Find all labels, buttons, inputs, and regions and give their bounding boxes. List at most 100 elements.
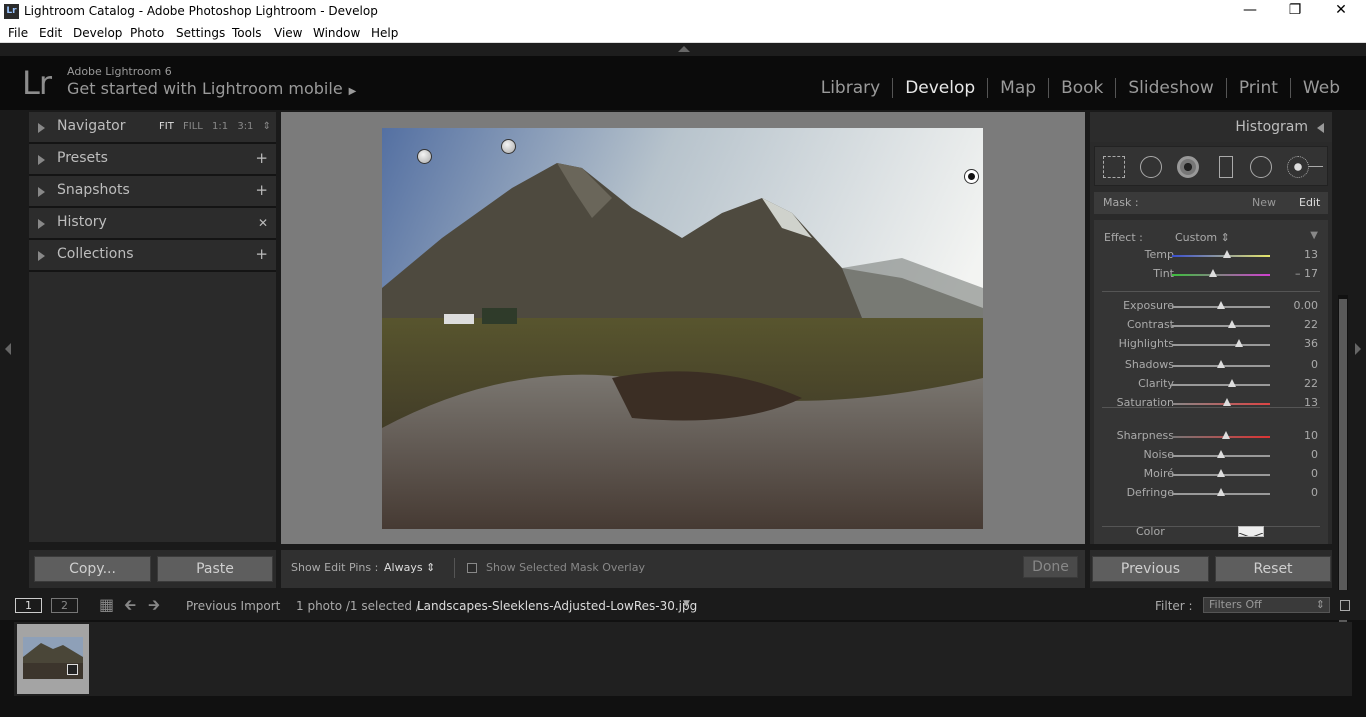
menu-help[interactable]: Help (371, 26, 398, 40)
slider-track[interactable] (1172, 431, 1270, 439)
slider-track[interactable] (1172, 301, 1270, 309)
slider-thumb[interactable] (1223, 250, 1232, 258)
grid-view-icon[interactable]: ▦ (99, 595, 114, 614)
module-slideshow[interactable]: Slideshow (1115, 78, 1225, 98)
mask-new-button[interactable]: New (1252, 196, 1276, 209)
menu-develop[interactable]: Develop (73, 26, 122, 40)
menu-file[interactable]: File (8, 26, 28, 40)
menu-view[interactable]: View (274, 26, 302, 40)
collections-header[interactable]: Collections + (29, 240, 276, 272)
reset-button[interactable]: Reset (1215, 556, 1331, 582)
slider-value[interactable]: 10 (1278, 429, 1318, 442)
edit-pin[interactable] (417, 149, 432, 164)
add-snapshot-icon[interactable]: + (255, 181, 268, 199)
effect-collapse-icon[interactable]: ▼ (1310, 230, 1318, 241)
zoom-fill[interactable]: FILL (183, 121, 203, 132)
slider-track[interactable] (1172, 379, 1270, 387)
slider-thumb[interactable] (1234, 339, 1243, 347)
slider-value[interactable]: – 17 (1278, 267, 1318, 280)
previous-button[interactable]: Previous (1092, 556, 1209, 582)
window-2-button[interactable]: 2 (51, 598, 78, 613)
filename-dropdown-icon[interactable]: ▼ (683, 599, 690, 609)
red-eye-icon[interactable] (1177, 156, 1199, 178)
histogram-header[interactable]: Histogram (1090, 112, 1332, 142)
done-button[interactable]: Done (1023, 556, 1078, 578)
module-web[interactable]: Web (1289, 78, 1352, 98)
slider-track[interactable] (1172, 339, 1270, 347)
graduated-filter-icon[interactable] (1219, 156, 1233, 178)
slider-value[interactable]: 13 (1278, 248, 1318, 261)
menu-window[interactable]: Window (313, 26, 360, 40)
restore-icon[interactable]: ❐ (1280, 2, 1310, 18)
menu-tools[interactable]: Tools (232, 26, 262, 40)
module-print[interactable]: Print (1225, 78, 1290, 98)
color-swatch[interactable] (1238, 526, 1264, 537)
history-header[interactable]: History ✕ (29, 208, 276, 240)
slider-thumb[interactable] (1217, 301, 1225, 309)
slider-thumb[interactable] (1217, 469, 1225, 477)
slider-value[interactable]: 0 (1278, 467, 1318, 480)
paste-button[interactable]: Paste (157, 556, 273, 582)
slider-thumb[interactable] (1227, 379, 1236, 387)
mobile-link[interactable]: Get started with Lightroom mobile ▶ (67, 79, 356, 98)
minimize-icon[interactable]: — (1235, 2, 1265, 18)
slider-value[interactable]: 0 (1278, 358, 1318, 371)
copy-button[interactable]: Copy... (34, 556, 151, 582)
slider-value[interactable]: 0.00 (1278, 299, 1319, 312)
module-map[interactable]: Map (987, 78, 1048, 98)
slider-value[interactable]: 22 (1278, 377, 1318, 390)
show-edit-pins-select[interactable]: Always ⇕ (384, 561, 435, 574)
slider-thumb[interactable] (1217, 450, 1225, 458)
add-preset-icon[interactable]: + (255, 149, 268, 167)
slider-track[interactable] (1172, 360, 1270, 368)
photo-preview[interactable] (382, 128, 983, 529)
slider-thumb[interactable] (1223, 398, 1232, 406)
mask-overlay-checkbox[interactable] (467, 563, 477, 573)
slider-track[interactable] (1172, 450, 1270, 458)
snapshots-header[interactable]: Snapshots + (29, 176, 276, 208)
menu-photo[interactable]: Photo (130, 26, 164, 40)
forward-arrow-icon[interactable]: 🡲 (148, 595, 160, 620)
effect-select[interactable]: Custom ⇕ (1175, 231, 1230, 244)
adjustment-brush-icon[interactable] (1287, 156, 1309, 178)
slider-track[interactable] (1172, 398, 1270, 406)
selected-edit-pin[interactable] (964, 169, 979, 184)
radial-filter-icon[interactable] (1250, 156, 1272, 178)
slider-thumb[interactable] (1208, 269, 1217, 277)
slider-track[interactable] (1172, 320, 1270, 328)
add-collection-icon[interactable]: + (255, 245, 268, 263)
filename-label[interactable]: Landscapes-Sleeklens-Adjusted-LowRes-30.… (417, 599, 697, 613)
slider-thumb[interactable] (1217, 360, 1225, 368)
presets-header[interactable]: Presets + (29, 144, 276, 176)
module-develop[interactable]: Develop (892, 78, 987, 98)
slider-track[interactable] (1172, 269, 1270, 277)
module-book[interactable]: Book (1048, 78, 1115, 98)
spot-removal-icon[interactable] (1140, 156, 1162, 178)
menu-settings[interactable]: Settings (176, 26, 225, 40)
top-panel-toggle[interactable] (0, 43, 1366, 56)
source-label[interactable]: Previous Import (186, 599, 280, 613)
zoom-stepper-icon[interactable]: ⇕ (263, 121, 271, 132)
navigator-header[interactable]: Navigator FIT FILL 1:1 3:1 ⇕ (29, 112, 276, 144)
slider-value[interactable]: 36 (1278, 337, 1318, 350)
zoom-fit[interactable]: FIT (159, 121, 174, 132)
slider-track[interactable] (1172, 250, 1270, 258)
menu-edit[interactable]: Edit (39, 26, 62, 40)
slider-value[interactable]: 22 (1278, 318, 1318, 331)
close-icon[interactable]: ✕ (1326, 2, 1356, 18)
left-panel-toggle-icon[interactable] (5, 343, 11, 355)
slider-value[interactable]: 0 (1278, 448, 1318, 461)
filmstrip-thumbnail[interactable] (17, 624, 89, 694)
slider-thumb[interactable] (1221, 431, 1230, 439)
edit-pin[interactable] (501, 139, 516, 154)
slider-track[interactable] (1172, 469, 1270, 477)
slider-thumb[interactable] (1217, 488, 1225, 496)
zoom-1-1[interactable]: 1:1 (212, 121, 228, 132)
right-panel-toggle-icon[interactable] (1355, 343, 1361, 355)
image-canvas[interactable] (281, 112, 1085, 544)
slider-value[interactable]: 0 (1278, 486, 1318, 499)
module-library[interactable]: Library (809, 78, 892, 98)
slider-track[interactable] (1172, 488, 1270, 496)
back-arrow-icon[interactable]: 🡰 (124, 595, 136, 620)
zoom-3-1[interactable]: 3:1 (237, 121, 253, 132)
